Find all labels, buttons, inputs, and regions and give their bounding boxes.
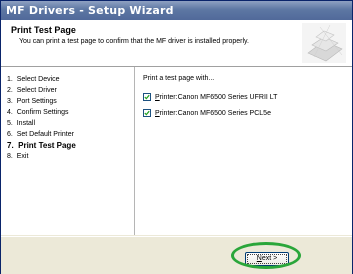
setup-wizard-window: MF Drivers - Setup Wizard Print Test Pag…: [0, 0, 353, 274]
step-item: 4. Confirm Settings: [7, 109, 69, 116]
printer-wizard-icon: [302, 23, 346, 63]
step-item: 8. Exit: [7, 153, 29, 160]
wizard-header: Print Test Page You can print a test pag…: [1, 20, 352, 67]
step-item: 6. Set Default Printer: [7, 131, 74, 138]
step-item: 3. Port Settings: [7, 98, 57, 105]
printer-label: Printer:Canon MF6500 Series UFRII LT: [155, 93, 278, 101]
content-panel: Print a test page with... Printer:Canon …: [135, 67, 352, 235]
step-item: 2. Select Driver: [7, 87, 57, 94]
printer-option-pcl5e[interactable]: Printer:Canon MF6500 Series PCL5e: [143, 109, 271, 117]
checkmark-icon: [144, 94, 150, 100]
checkmark-icon: [144, 110, 150, 116]
steps-sidebar: 1. Select Device 2. Select Driver 3. Por…: [1, 67, 135, 235]
step-item-active: 7. Print Test Page: [7, 141, 76, 150]
page-description: You can print a test page to confirm tha…: [19, 38, 249, 45]
page-title: Print Test Page: [11, 25, 76, 35]
window-title: MF Drivers - Setup Wizard: [6, 4, 174, 17]
checkbox[interactable]: [143, 93, 151, 101]
title-bar[interactable]: MF Drivers - Setup Wizard: [1, 1, 352, 20]
checkbox[interactable]: [143, 109, 151, 117]
printer-option-ufrii[interactable]: Printer:Canon MF6500 Series UFRII LT: [143, 93, 277, 101]
print-prompt: Print a test page with...: [143, 75, 215, 82]
step-item: 1. Select Device: [7, 76, 60, 83]
printer-label: Printer:Canon MF6500 Series PCL5e: [155, 109, 271, 117]
highlight-ellipse: [231, 242, 301, 269]
step-item: 5. Install: [7, 120, 36, 127]
